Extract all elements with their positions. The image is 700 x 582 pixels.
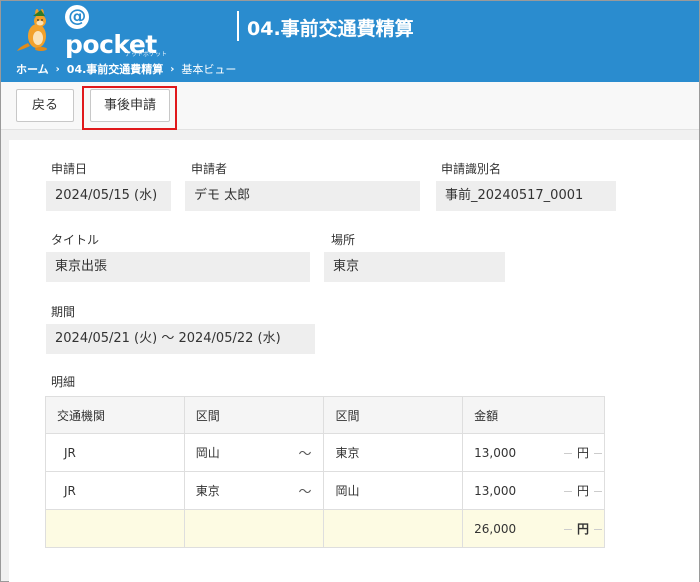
table-row: JR 岡山 〜 東京 13,000 円 — [45, 433, 605, 472]
total-amount-value: 26,000 — [474, 521, 517, 536]
tilde-mark: 〜 — [298, 447, 312, 462]
applicant-field: デモ 太郎 — [185, 181, 420, 211]
column-header-section-from: 区間 — [183, 396, 325, 434]
apply-id-label: 申請識別名 — [441, 162, 502, 176]
breadcrumb: ホーム › 04.事前交通費精算 › 基本ビュー — [16, 61, 236, 77]
from-value: 東京 — [195, 484, 220, 498]
amount-value: 13,000 — [474, 445, 517, 460]
kangaroo-logo-icon — [15, 7, 63, 53]
period-label: 期間 — [51, 305, 76, 319]
details-label: 明細 — [51, 375, 76, 389]
highlight-box — [82, 86, 177, 130]
yen-unit: 円 — [563, 520, 603, 537]
app-header: @pocket アットポケット 04.事前交通費精算 ホーム › 04.事前交通… — [1, 1, 699, 82]
total-empty-cell — [183, 509, 325, 548]
amount-value: 13,000 — [474, 483, 517, 498]
applicant-label: 申請者 — [191, 162, 228, 176]
from-cell: 岡山 〜 — [183, 433, 325, 472]
column-header-amount: 金額 — [462, 396, 605, 434]
logo-subtext: アットポケット — [125, 51, 168, 58]
to-cell: 東京 — [323, 433, 464, 472]
title-divider — [237, 11, 239, 41]
transport-cell: JR — [45, 471, 185, 510]
place-field: 東京 — [324, 252, 505, 282]
period-field: 2024/05/21 (火) 〜 2024/05/22 (水) — [46, 324, 315, 354]
breadcrumb-app[interactable]: 04.事前交通費精算 — [67, 61, 164, 77]
yen-unit: 円 — [563, 482, 603, 499]
transport-cell: JR — [45, 433, 185, 472]
amount-cell: 13,000 円 — [462, 471, 605, 510]
table-header-row: 交通機関 区間 区間 金額 — [45, 396, 605, 434]
apply-date-label: 申請日 — [51, 162, 88, 176]
breadcrumb-view: 基本ビュー — [181, 63, 237, 76]
page-title: 04.事前交通費精算 — [247, 18, 414, 40]
place-label: 場所 — [331, 233, 356, 247]
total-empty-cell — [45, 509, 185, 548]
apply-date-field: 2024/05/15 (水) — [46, 181, 171, 211]
table-row: JR 東京 〜 岡山 13,000 円 — [45, 471, 605, 510]
chevron-right-icon: › — [170, 63, 175, 75]
column-header-transport: 交通機関 — [45, 396, 185, 434]
title-field: 東京出張 — [46, 252, 310, 282]
total-row: 26,000 円 — [45, 509, 605, 548]
to-cell: 岡山 — [323, 471, 464, 510]
tilde-mark: 〜 — [298, 485, 312, 500]
apply-id-field: 事前_20240517_0001 — [436, 181, 616, 211]
from-value: 岡山 — [195, 446, 220, 460]
column-header-section-to: 区間 — [323, 396, 464, 434]
details-table: 交通機関 区間 区間 金額 JR 岡山〜 東京 13,000 円 JR 東京〜 岡… — [45, 396, 605, 548]
yen-unit: 円 — [563, 444, 603, 461]
amount-cell: 13,000 円 — [462, 433, 605, 472]
back-button[interactable]: 戻る — [16, 89, 74, 122]
record-card: 申請日 2024/05/15 (水) 申請者 デモ 太郎 申請識別名 事前_20… — [9, 140, 699, 582]
title-label: タイトル — [51, 233, 100, 247]
logo-at-mark: @ — [65, 5, 89, 29]
from-cell: 東京 〜 — [183, 471, 325, 510]
total-empty-cell — [323, 509, 464, 548]
app-logo[interactable]: @pocket アットポケット — [15, 5, 175, 59]
total-amount-cell: 26,000 円 — [462, 509, 605, 548]
chevron-right-icon: › — [55, 63, 60, 75]
breadcrumb-home[interactable]: ホーム — [16, 61, 49, 77]
